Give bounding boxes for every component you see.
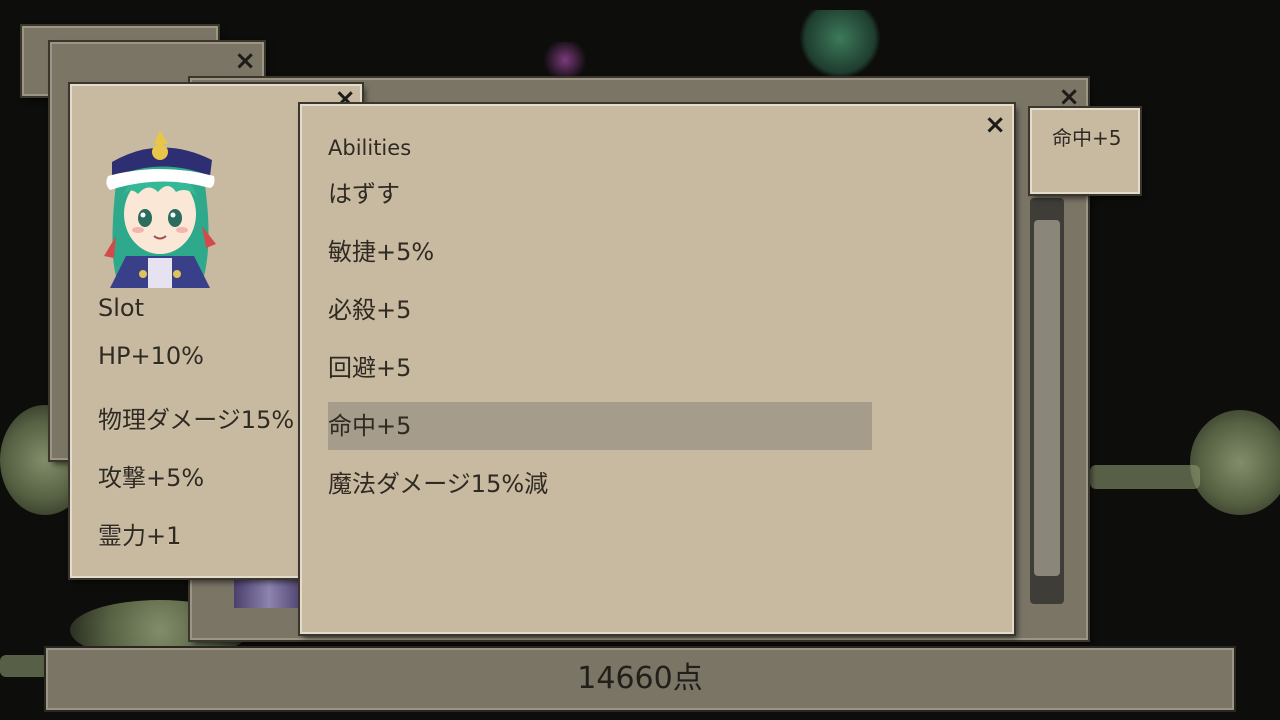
- character-portrait: [98, 126, 222, 288]
- ability-critical[interactable]: 必殺+5: [328, 286, 872, 334]
- scrollbar-track[interactable]: [1030, 198, 1064, 604]
- close-icon[interactable]: ×: [984, 112, 1006, 138]
- background-sprite-pink: [540, 42, 590, 78]
- character-portrait-image: [98, 126, 222, 288]
- score-text: 14660点: [577, 661, 703, 696]
- score-bar: 14660点: [46, 648, 1234, 710]
- close-icon[interactable]: ×: [234, 48, 256, 74]
- close-icon[interactable]: ×: [1058, 84, 1080, 110]
- slot-stat-spirit: 霊力+1: [98, 522, 182, 550]
- scrollbar-thumb[interactable]: [1034, 220, 1060, 576]
- ability-agility[interactable]: 敏捷+5%: [328, 228, 872, 276]
- tooltip-text: 命中+5: [1052, 126, 1122, 150]
- tooltip: 命中+5: [1030, 108, 1140, 194]
- slot-stat-hp: HP+10%: [98, 342, 204, 370]
- ability-accuracy[interactable]: 命中+5: [328, 402, 872, 450]
- background-bar-right: [1090, 465, 1200, 489]
- slot-stat-attack: 攻撃+5%: [98, 464, 205, 492]
- abilities-panel: × Abilities はずす 敏捷+5% 必殺+5 回避+5 命中+5 魔法ダ…: [300, 104, 1014, 634]
- ability-remove[interactable]: はずす: [328, 170, 872, 218]
- background-orb-right: [1190, 410, 1280, 515]
- background-sprite-fairy: [800, 10, 880, 80]
- slot-heading: Slot: [98, 294, 144, 322]
- ability-evasion[interactable]: 回避+5: [328, 344, 872, 392]
- abilities-heading: Abilities: [328, 136, 412, 160]
- ability-magic-damage-reduction[interactable]: 魔法ダメージ15%減: [328, 460, 872, 508]
- slot-stat-physical-damage: 物理ダメージ15%: [98, 406, 295, 434]
- party-portrait-strip: [234, 578, 304, 608]
